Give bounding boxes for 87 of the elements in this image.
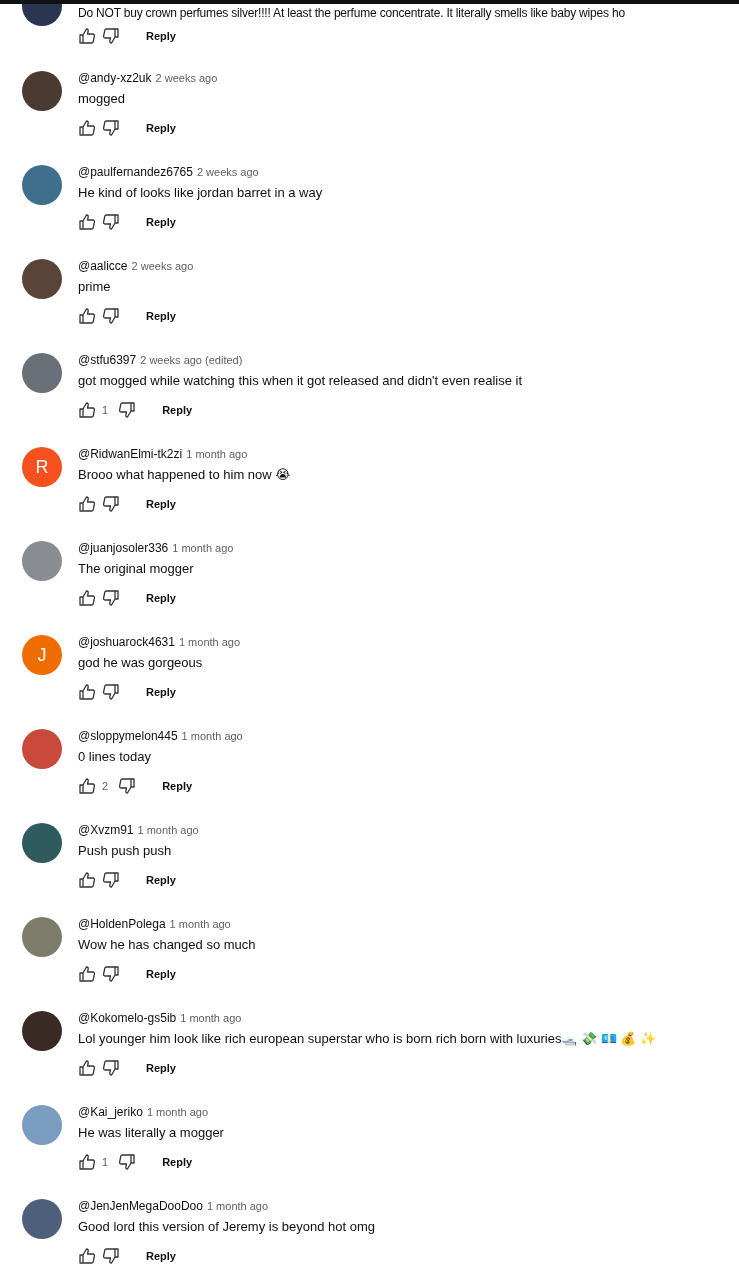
username[interactable]: @paulfernandez6765 [78, 165, 193, 179]
thumbs-down-icon[interactable] [118, 1153, 137, 1171]
reply-button[interactable]: Reply [138, 306, 184, 326]
reply-button[interactable]: Reply [154, 1152, 201, 1172]
thumbs-down-icon[interactable] [102, 965, 120, 983]
comment-text: prime [78, 278, 112, 296]
thumbs-up-icon[interactable] [78, 965, 96, 983]
comment-text: Push push push [78, 842, 173, 860]
letter-avatar: J [22, 635, 62, 675]
reply-button[interactable]: Reply [138, 964, 184, 984]
reply-button[interactable]: Reply [138, 870, 184, 890]
thumbs-down-icon[interactable] [118, 777, 137, 795]
username[interactable]: @Kokomelo-gs5ib [78, 1011, 177, 1025]
thumbs-down-icon[interactable] [102, 307, 120, 325]
thumbs-up-icon[interactable] [78, 307, 96, 325]
thumbs-up-icon[interactable] [78, 871, 96, 889]
letter-avatar: R [22, 447, 62, 487]
thumbs-up-icon[interactable] [78, 495, 96, 513]
timestamp: 1 month ago [172, 542, 234, 554]
timestamp: 1 month ago [180, 1012, 242, 1024]
timestamp: 1 month ago [186, 448, 248, 460]
username[interactable]: @joshuarock4631 [78, 635, 175, 649]
thumbs-down-icon[interactable] [102, 27, 120, 45]
timestamp: 2 weeks ago [131, 260, 194, 272]
thumbs-down-icon[interactable] [102, 589, 120, 607]
reply-button[interactable]: Reply [138, 1246, 184, 1264]
username[interactable]: @sloppymelon445 [78, 729, 178, 743]
thumbs-down-icon[interactable] [102, 213, 120, 231]
reply-button[interactable]: Reply [154, 400, 201, 420]
timestamp: 1 month ago [181, 730, 243, 742]
like-count: 2 [102, 780, 109, 792]
comment-text: 0 lines today [78, 748, 152, 766]
comment-text: Brooo what happened to him now 😭 [78, 466, 291, 484]
comment-text: Good lord this version of Jeremy is beyond hot omg [78, 1218, 375, 1236]
thumbs-up-icon[interactable] [78, 589, 96, 607]
like-count: 1 [102, 404, 109, 416]
reply-button[interactable]: Reply [138, 494, 184, 514]
username[interactable]: @RidwanElmi-tk2zi [78, 447, 183, 461]
timestamp: 1 month ago [169, 918, 231, 930]
comment-text: god he was gorgeous [78, 654, 204, 672]
reply-button[interactable]: Reply [138, 588, 184, 608]
thumbs-up-icon[interactable] [78, 777, 96, 795]
thumbs-up-icon[interactable] [78, 119, 96, 137]
thumbs-down-icon[interactable] [102, 495, 120, 513]
thumbs-down-icon[interactable] [102, 683, 120, 701]
comment-text: mogged [78, 90, 126, 108]
thumbs-down-icon[interactable] [118, 401, 137, 419]
thumbs-up-icon[interactable] [78, 1059, 96, 1077]
comment-text: Wow he has changed so much [78, 936, 256, 954]
timestamp: 1 month ago [137, 824, 199, 836]
thumbs-down-icon[interactable] [102, 1247, 120, 1264]
username[interactable]: @aalicce [78, 259, 128, 273]
comment-text: The original mogger [78, 560, 195, 578]
thumbs-down-icon[interactable] [102, 1059, 120, 1077]
username[interactable]: @Kai_jeriko [78, 1105, 143, 1119]
timestamp: 1 month ago [206, 1200, 269, 1212]
thumbs-up-icon[interactable] [78, 683, 96, 701]
thumbs-up-icon[interactable] [78, 213, 96, 231]
username[interactable]: @andy-xz2uk [78, 71, 152, 85]
username[interactable]: @juanjosoler336 [78, 541, 169, 555]
thumbs-up-icon[interactable] [78, 401, 96, 419]
username[interactable]: @JenJenMegaDooDoo [78, 1199, 203, 1213]
reply-button[interactable]: Reply [138, 118, 184, 138]
thumbs-up-icon[interactable] [78, 1153, 96, 1171]
comment-text: Lol younger him look like rich european superstar who is born rich born with luxuries🛥 💸 💶 💰 ✨ [78, 1030, 656, 1048]
thumbs-down-icon[interactable] [102, 871, 120, 889]
comment-text: Do NOT buy crown perfumes silver!!!! At least the perfume concentrate. It literally smells like baby wipes ho [78, 5, 625, 21]
like-count: 1 [102, 1156, 109, 1168]
reply-button[interactable]: Reply [138, 26, 184, 46]
username[interactable]: @Xvzm91 [78, 823, 134, 837]
username[interactable]: @stfu6397 [78, 353, 137, 367]
username[interactable]: @HoldenPolega [78, 917, 166, 931]
reply-button[interactable]: Reply [138, 212, 184, 232]
timestamp: 2 weeks ago (edited) [140, 354, 243, 366]
comment-text: got mogged while watching this when it got released and didn't even realise it [78, 372, 523, 390]
thumbs-up-icon[interactable] [78, 27, 96, 45]
reply-button[interactable]: Reply [138, 682, 184, 702]
timestamp: 1 month ago [146, 1106, 209, 1118]
timestamp: 2 weeks ago [155, 72, 218, 84]
thumbs-down-icon[interactable] [102, 119, 120, 137]
reply-button[interactable]: Reply [138, 1058, 184, 1078]
timestamp: 1 month ago [178, 636, 241, 648]
comment-text: He was literally a mogger [78, 1124, 224, 1142]
timestamp: 2 weeks ago [196, 166, 259, 178]
reply-button[interactable]: Reply [154, 776, 201, 796]
comment-text: He kind of looks like jordan barret in a way [78, 184, 323, 202]
thumbs-up-icon[interactable] [78, 1247, 96, 1264]
